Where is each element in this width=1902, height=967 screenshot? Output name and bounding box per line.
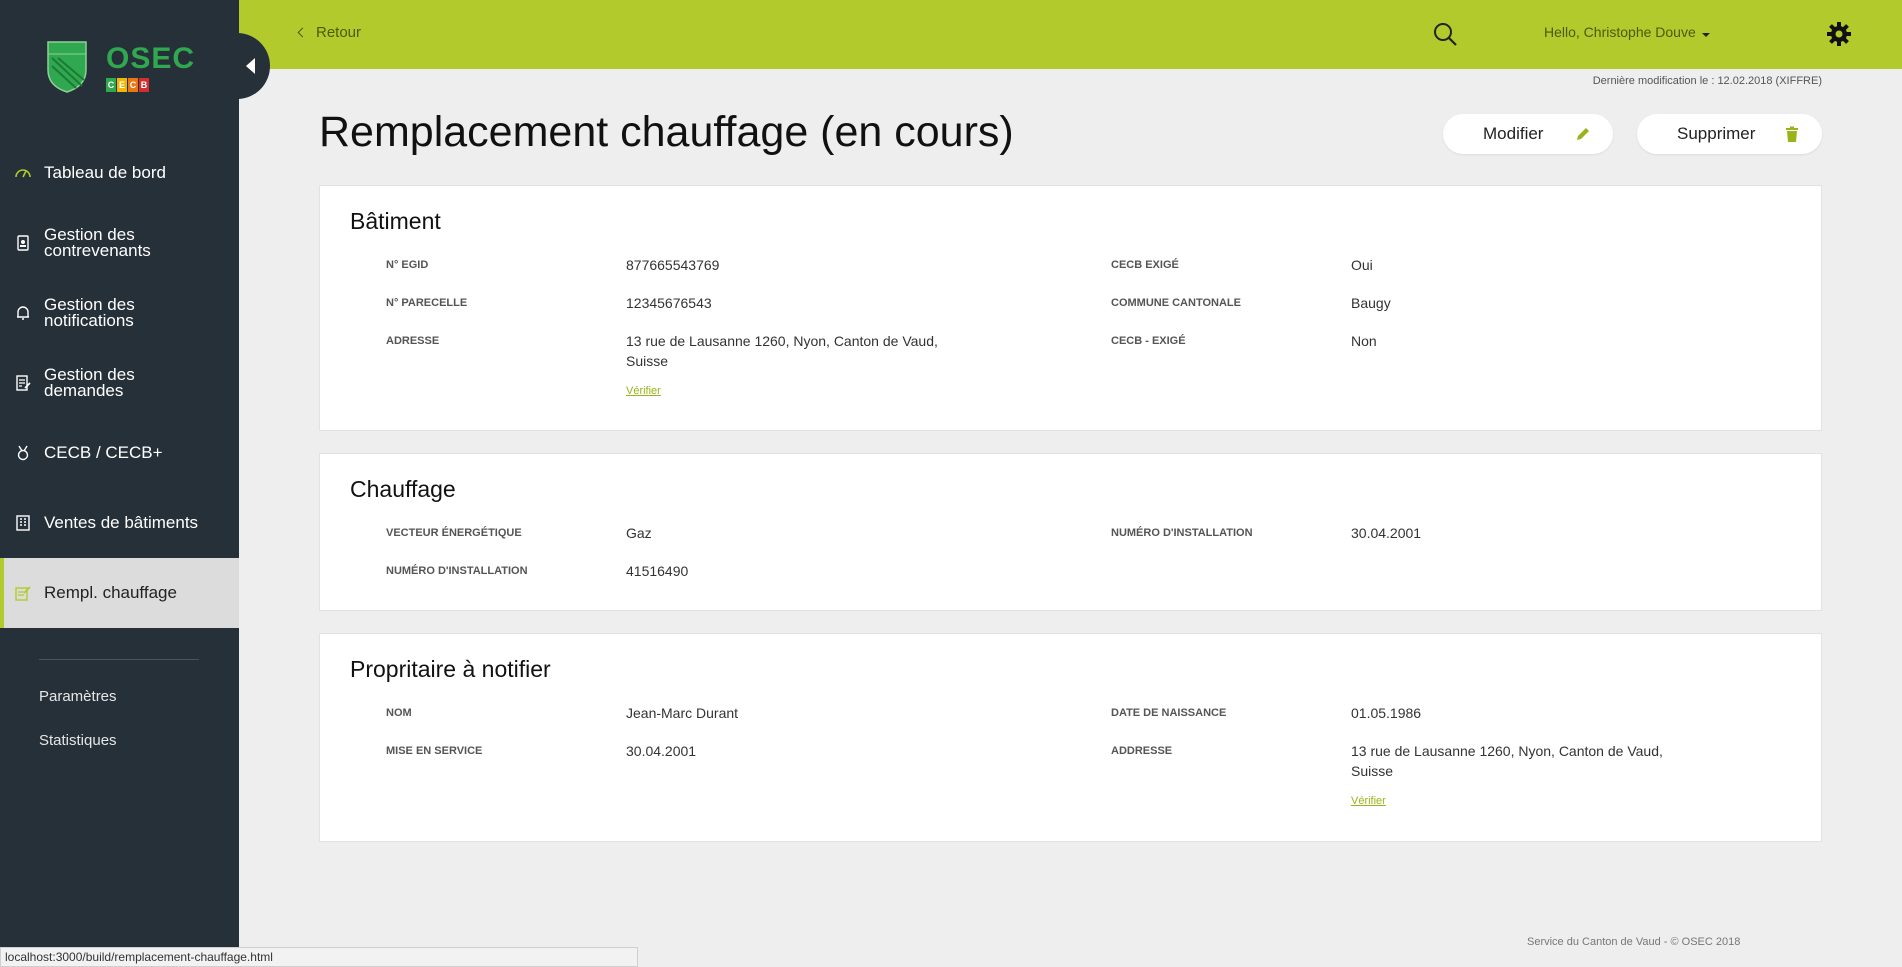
cecb-letter: B bbox=[139, 78, 149, 92]
sidebar-item-notifications[interactable]: Gestion des notifications bbox=[0, 278, 239, 348]
shield-logo-icon bbox=[47, 41, 87, 93]
commune-value: Baugy bbox=[1351, 295, 1391, 311]
caret-down-icon bbox=[1701, 33, 1710, 37]
batiment-title: Bâtiment bbox=[350, 208, 441, 234]
cecb-badge: C E C B bbox=[106, 78, 149, 92]
modify-button[interactable]: Modifier bbox=[1443, 114, 1613, 154]
chauffage-title: Chauffage bbox=[350, 476, 456, 502]
sidebar-item-label: Gestion des notifications bbox=[44, 295, 135, 330]
back-link[interactable]: Retour bbox=[297, 24, 362, 41]
trash-icon bbox=[1786, 126, 1798, 142]
num-install2-label: NUMÉRO D'INSTALLATION bbox=[1111, 527, 1253, 539]
nom-label: NOM bbox=[386, 707, 412, 719]
owner-adresse-label: ADDRESSE bbox=[1111, 745, 1173, 757]
sidebar-item-label: CECB / CECB+ bbox=[44, 443, 163, 462]
page-title: Remplacement chauffage (en cours) bbox=[319, 108, 1014, 156]
cecb-letter: C bbox=[106, 78, 116, 92]
chevron-left-icon bbox=[245, 58, 255, 74]
sidebar-link-statistiques[interactable]: Statistiques bbox=[39, 732, 117, 749]
num-install2-value: 30.04.2001 bbox=[1351, 525, 1422, 541]
sidebar-item-demandes[interactable]: Gestion des demandes bbox=[0, 348, 239, 418]
batiment-card: Bâtiment N° EGID 877665543769 N° PARECEL… bbox=[319, 185, 1822, 431]
commune-label: COMMUNE CANTONALE bbox=[1111, 297, 1241, 309]
user-greeting: Hello, Christophe Douve bbox=[1544, 24, 1696, 40]
sidebar-item-cecb[interactable]: CECB / CECB+ bbox=[0, 418, 239, 488]
sidebar-nav: Tableau de bord Gestion des contrevenant… bbox=[0, 138, 239, 628]
medal-icon bbox=[14, 444, 32, 462]
adresse-value-line2: Suisse bbox=[626, 353, 669, 369]
owner-adresse-line1: 13 rue de Lausanne 1260, Nyon, Canton de… bbox=[1351, 743, 1663, 759]
parcelle-value: 12345676543 bbox=[626, 295, 712, 311]
brand-name: OSEC bbox=[106, 42, 196, 75]
sidebar-item-label: Ventes de bâtiments bbox=[44, 513, 199, 532]
gear-icon[interactable] bbox=[1825, 20, 1853, 48]
chevron-left-icon bbox=[297, 27, 308, 38]
footer-text: Service du Canton de Vaud - © OSEC 2018 bbox=[1527, 936, 1741, 948]
num-install-value: 41516490 bbox=[626, 563, 689, 579]
document-edit-icon bbox=[14, 374, 32, 392]
browser-status-url: localhost:3000/build/remplacement-chauff… bbox=[0, 947, 638, 967]
num-install-label: NUMÉRO D'INSTALLATION bbox=[386, 565, 528, 577]
sidebar-link-parametres[interactable]: Paramètres bbox=[39, 688, 117, 705]
chauffage-card: Chauffage VECTEUR ÉNERGÉTIQUE Gaz NUMÉRO… bbox=[319, 453, 1822, 611]
cecb-letter: E bbox=[117, 78, 127, 92]
building-icon bbox=[14, 514, 32, 532]
nom-value: Jean-Marc Durant bbox=[626, 705, 739, 721]
cecb-exige2-label: CECB - EXIGÉ bbox=[1111, 335, 1186, 347]
egid-label: N° EGID bbox=[386, 259, 429, 271]
mise-en-service-label: MISE EN SERVICE bbox=[386, 745, 483, 757]
owner-adresse-line2: Suisse bbox=[1351, 763, 1394, 779]
last-modified: Dernière modification le : 12.02.2018 (X… bbox=[1592, 75, 1822, 87]
sidebar-item-label: Gestion des demandes bbox=[44, 365, 135, 400]
cecb-exige-label: CECB EXIGÉ bbox=[1111, 259, 1179, 271]
gauge-icon bbox=[14, 164, 32, 182]
delete-label: Supprimer bbox=[1677, 124, 1756, 143]
pencil-icon bbox=[1577, 128, 1589, 140]
proprietaire-title: Propritaire à notifier bbox=[350, 656, 551, 682]
osec-logo[interactable]: OSEC C E C B bbox=[46, 40, 196, 100]
naissance-value: 01.05.1986 bbox=[1351, 705, 1422, 721]
delete-button[interactable]: Supprimer bbox=[1637, 114, 1822, 154]
verify-owner-address-link[interactable]: Vérifier bbox=[1351, 795, 1386, 807]
sidebar-item-label: Gestion des contrevenants bbox=[44, 225, 151, 260]
naissance-label: DATE DE NAISSANCE bbox=[1111, 707, 1227, 719]
proprietaire-card: Propritaire à notifier NOM Jean-Marc Dur… bbox=[319, 633, 1822, 842]
mise-en-service-value: 30.04.2001 bbox=[626, 743, 697, 759]
adresse-label: ADRESSE bbox=[386, 335, 440, 347]
sidebar-item-label: Rempl. chauffage bbox=[44, 583, 177, 602]
sidebar-item-rempl-chauffage[interactable]: Rempl. chauffage bbox=[0, 558, 239, 628]
cecb-exige-value: Oui bbox=[1351, 257, 1373, 273]
topbar: Retour Hello, Christophe Douve bbox=[239, 0, 1902, 69]
verify-address-link[interactable]: Vérifier bbox=[626, 385, 661, 397]
sidebar-item-ventes[interactable]: Ventes de bâtiments bbox=[0, 488, 239, 558]
user-menu[interactable]: Hello, Christophe Douve bbox=[1544, 24, 1710, 40]
sidebar: OSEC C E C B Tableau de bord Gestion des… bbox=[0, 0, 239, 967]
modify-label: Modifier bbox=[1483, 124, 1544, 143]
edit-square-icon bbox=[14, 584, 32, 602]
vecteur-value: Gaz bbox=[626, 525, 652, 541]
search-icon[interactable] bbox=[1432, 21, 1458, 47]
sidebar-item-tableau-de-bord[interactable]: Tableau de bord bbox=[0, 138, 239, 208]
sidebar-item-label: Tableau de bord bbox=[44, 163, 166, 182]
adresse-value-line1: 13 rue de Lausanne 1260, Nyon, Canton de… bbox=[626, 333, 938, 349]
cecb-letter: C bbox=[128, 78, 138, 92]
parcelle-label: N° PARECELLE bbox=[386, 297, 468, 309]
back-label: Retour bbox=[316, 24, 362, 41]
egid-value: 877665543769 bbox=[626, 257, 720, 273]
bell-icon bbox=[14, 304, 32, 322]
cecb-exige2-value: Non bbox=[1351, 333, 1377, 349]
sidebar-item-contrevenants[interactable]: Gestion des contrevenants bbox=[0, 208, 239, 278]
badge-icon bbox=[14, 234, 32, 252]
sidebar-divider bbox=[39, 659, 199, 660]
vecteur-label: VECTEUR ÉNERGÉTIQUE bbox=[386, 527, 522, 539]
